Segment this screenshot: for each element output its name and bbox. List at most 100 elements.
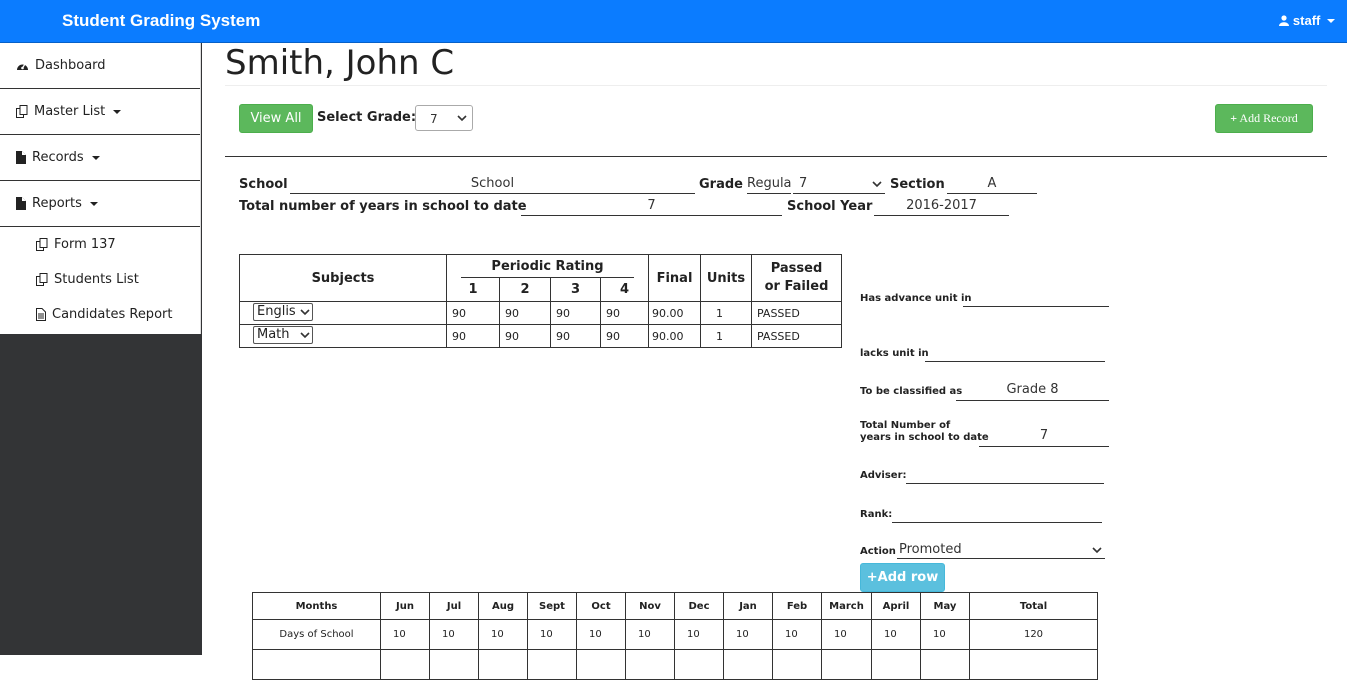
rating-2-cell[interactable]: 90 bbox=[499, 324, 551, 348]
days-cell[interactable] bbox=[527, 649, 577, 680]
sidebar-item-dashboard[interactable]: Dashboard bbox=[0, 43, 200, 89]
lacks-unit-field[interactable] bbox=[925, 344, 1105, 362]
chevron-down-icon bbox=[1327, 19, 1335, 23]
file-icon bbox=[16, 151, 26, 164]
days-cell[interactable] bbox=[380, 649, 430, 680]
month-header: May bbox=[920, 592, 970, 620]
sidebar-item-master-list[interactable]: Master List bbox=[0, 89, 200, 135]
sidebar-subitem-candidates-report[interactable]: Candidates Report bbox=[0, 297, 200, 332]
grade-level-select[interactable]: 7 bbox=[793, 176, 885, 194]
status-cell: PASSED bbox=[751, 301, 842, 325]
days-cell[interactable] bbox=[772, 649, 822, 680]
period-4-header: 4 bbox=[600, 277, 649, 302]
sidebar-subitem-label: Form 137 bbox=[54, 237, 116, 252]
days-cell[interactable]: 10 bbox=[478, 619, 528, 650]
total-years-field[interactable]: 7 bbox=[979, 428, 1109, 447]
file-icon bbox=[16, 197, 26, 210]
days-cell[interactable]: 10 bbox=[723, 619, 773, 650]
days-cell[interactable] bbox=[576, 649, 626, 680]
units-cell[interactable]: 1 bbox=[700, 301, 752, 325]
caret-down-icon bbox=[89, 201, 98, 206]
sidebar-subitem-form-137[interactable]: Form 137 bbox=[0, 227, 200, 262]
days-cell[interactable] bbox=[429, 649, 479, 680]
brand-title[interactable]: Student Grading System bbox=[62, 11, 260, 31]
rating-1-cell[interactable]: 90 bbox=[446, 324, 500, 348]
days-cell[interactable]: 10 bbox=[576, 619, 626, 650]
chevron-down-icon bbox=[872, 181, 882, 188]
user-icon bbox=[1279, 15, 1290, 26]
period-1-header: 1 bbox=[446, 277, 500, 302]
days-cell[interactable] bbox=[478, 649, 528, 680]
days-cell[interactable] bbox=[674, 649, 724, 680]
adviser-field[interactable] bbox=[906, 466, 1104, 484]
add-record-button[interactable]: + Add Record bbox=[1215, 104, 1313, 133]
month-header: April bbox=[871, 592, 921, 620]
section-field[interactable]: A bbox=[947, 176, 1037, 194]
rating-1-cell[interactable]: 90 bbox=[446, 301, 500, 325]
days-cell[interactable] bbox=[920, 649, 970, 680]
grade-select[interactable]: 7 bbox=[415, 105, 473, 131]
days-cell[interactable] bbox=[625, 649, 675, 680]
days-cell[interactable]: 10 bbox=[625, 619, 675, 650]
school-field[interactable]: School bbox=[290, 176, 695, 194]
subject-select[interactable]: Englis bbox=[253, 302, 313, 321]
attendance-next-row bbox=[252, 649, 1098, 680]
caret-down-icon bbox=[91, 155, 100, 160]
sidebar: Dashboard Master List Records Reports Fo… bbox=[0, 43, 202, 655]
rating-4-cell[interactable]: 90 bbox=[600, 301, 649, 325]
add-record-label: Add Record bbox=[1239, 111, 1298, 125]
days-cell[interactable]: 10 bbox=[380, 619, 430, 650]
days-cell[interactable] bbox=[871, 649, 921, 680]
classified-field[interactable]: Grade 8 bbox=[956, 382, 1109, 401]
sidebar-item-records[interactable]: Records bbox=[0, 135, 200, 181]
month-header: Oct bbox=[576, 592, 626, 620]
school-year-field[interactable]: 2016-2017 bbox=[874, 198, 1009, 216]
copy-icon bbox=[16, 105, 28, 118]
sidebar-subitem-label: Candidates Report bbox=[52, 307, 173, 322]
subjects-header: Subjects bbox=[239, 254, 447, 302]
rank-field[interactable] bbox=[892, 505, 1102, 523]
days-cell[interactable]: 10 bbox=[821, 619, 872, 650]
user-menu[interactable]: staff bbox=[1279, 13, 1335, 28]
sidebar-subitem-label: Students List bbox=[54, 272, 139, 287]
total-cell bbox=[969, 649, 1098, 680]
days-cell[interactable] bbox=[821, 649, 872, 680]
month-header: Dec bbox=[674, 592, 724, 620]
period-3-header: 3 bbox=[550, 277, 601, 302]
action-select[interactable]: Promoted bbox=[897, 542, 1105, 559]
units-cell[interactable]: 1 bbox=[700, 324, 752, 348]
chevron-down-icon bbox=[300, 331, 310, 339]
page-title: Smith, John C bbox=[225, 43, 455, 83]
sidebar-item-reports[interactable]: Reports bbox=[0, 181, 200, 227]
divider bbox=[225, 85, 1327, 86]
plus-icon: + bbox=[1230, 111, 1238, 125]
rating-3-cell[interactable]: 90 bbox=[550, 301, 601, 325]
subject-select[interactable]: Math bbox=[253, 325, 313, 344]
school-year-label: School Year bbox=[787, 199, 873, 214]
add-row-button[interactable]: +Add row bbox=[860, 563, 945, 592]
row-label-cell bbox=[252, 649, 381, 680]
sidebar-item-label: Reports bbox=[32, 196, 82, 211]
status-cell: PASSED bbox=[751, 324, 842, 348]
days-cell[interactable]: 10 bbox=[429, 619, 479, 650]
view-all-button[interactable]: View All bbox=[239, 104, 313, 133]
days-cell[interactable]: 10 bbox=[772, 619, 822, 650]
advance-unit-field[interactable] bbox=[963, 289, 1109, 307]
sidebar-menu: Dashboard Master List Records Reports Fo… bbox=[0, 43, 201, 334]
passed-failed-header: Passed or Failed bbox=[751, 254, 842, 302]
classified-label: To be classified as bbox=[860, 386, 963, 397]
rating-4-cell[interactable]: 90 bbox=[600, 324, 649, 348]
chevron-down-icon bbox=[1092, 547, 1102, 554]
units-header: Units bbox=[700, 254, 752, 302]
days-cell[interactable]: 10 bbox=[920, 619, 970, 650]
days-cell[interactable] bbox=[723, 649, 773, 680]
years-field[interactable]: 7 bbox=[521, 198, 782, 216]
sidebar-subitem-students-list[interactable]: Students List bbox=[0, 262, 200, 297]
rating-3-cell[interactable]: 90 bbox=[550, 324, 601, 348]
month-header: March bbox=[821, 592, 872, 620]
grade-type-field[interactable]: Regula bbox=[747, 176, 791, 194]
days-cell[interactable]: 10 bbox=[871, 619, 921, 650]
days-cell[interactable]: 10 bbox=[527, 619, 577, 650]
rating-2-cell[interactable]: 90 bbox=[499, 301, 551, 325]
days-cell[interactable]: 10 bbox=[674, 619, 724, 650]
